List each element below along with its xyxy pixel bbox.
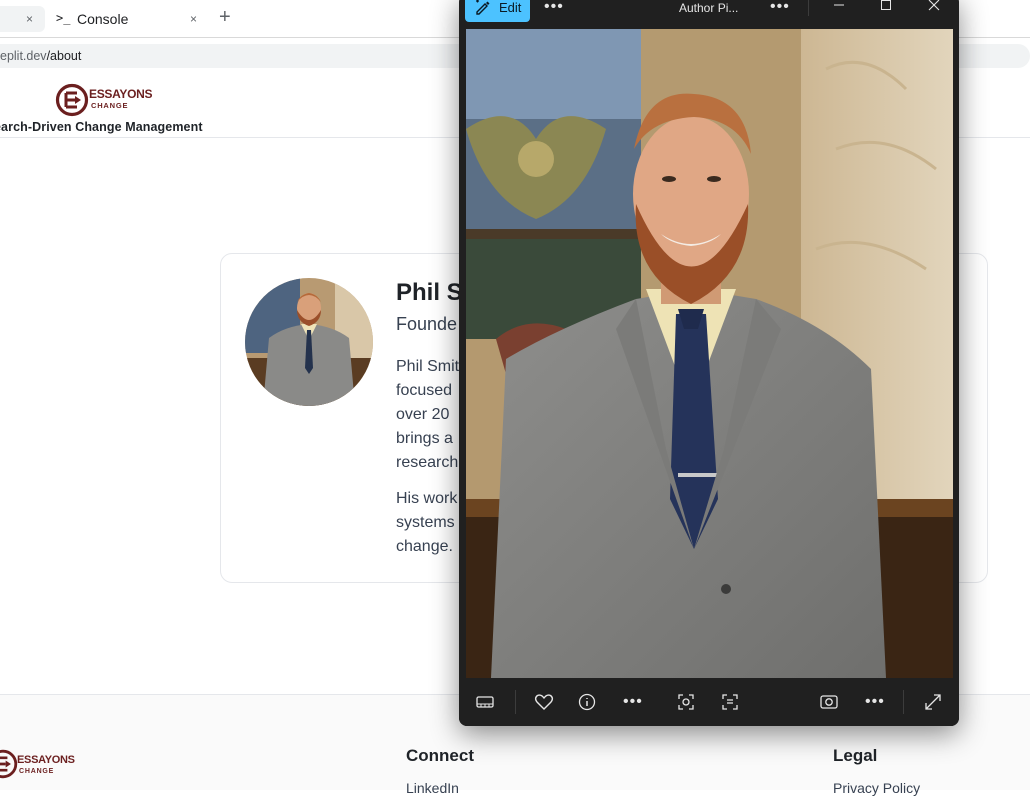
- toolbar-divider: [903, 690, 904, 714]
- bio-line: systems: [396, 514, 455, 531]
- photo-viewer-window: Edit ••• Author Pi... ••• ••• •••: [459, 0, 959, 726]
- edit-label: Edit: [499, 0, 522, 15]
- author-portrait-image: [466, 29, 953, 678]
- author-name: Phil S: [396, 279, 463, 306]
- tab-close-icon[interactable]: ×: [26, 13, 33, 25]
- footer-privacy-link[interactable]: Privacy Policy: [833, 780, 920, 796]
- close-icon: [928, 0, 940, 11]
- close-button[interactable]: [911, 0, 957, 22]
- bio-line: focused: [396, 382, 453, 399]
- logo-mark-icon: [0, 749, 18, 779]
- bio-line: His work: [396, 490, 458, 507]
- bio-line: change.: [396, 538, 453, 555]
- author-photo[interactable]: [466, 29, 953, 678]
- url-text: eplit.dev/about: [0, 49, 81, 63]
- author-role: Founde: [396, 314, 458, 334]
- heart-icon[interactable]: [533, 691, 555, 713]
- footer-logo-text-top: ESSAYONS: [17, 754, 75, 766]
- console-icon: >_: [56, 11, 71, 25]
- author-photo-thumbnail: [245, 278, 373, 406]
- tab-console[interactable]: >_ Console ×: [48, 6, 208, 32]
- viewer-title-bar[interactable]: Edit ••• Author Pi... •••: [459, 0, 959, 28]
- edit-button[interactable]: Edit: [465, 0, 530, 22]
- new-tab-button[interactable]: +: [219, 6, 231, 28]
- expand-icon[interactable]: [922, 691, 944, 713]
- bio-line: Phil Smit: [396, 358, 460, 375]
- logo-text-bottom: CHANGE: [91, 101, 129, 110]
- bio-line: research: [396, 454, 459, 471]
- footer-linkedin-link[interactable]: LinkedIn: [406, 780, 459, 796]
- more-icon[interactable]: •••: [623, 694, 643, 710]
- text-scan-icon[interactable]: [719, 691, 741, 713]
- screenshot-icon[interactable]: [818, 691, 840, 713]
- filmstrip-icon[interactable]: [474, 691, 496, 713]
- more-icon[interactable]: •••: [865, 694, 885, 710]
- author-avatar: [245, 278, 373, 406]
- minimize-icon: [834, 4, 844, 6]
- maximize-button[interactable]: [863, 0, 909, 22]
- url-path: /about: [46, 49, 82, 63]
- footer-logo[interactable]: ESSAYONS CHANGE: [0, 749, 75, 781]
- title-divider: [808, 0, 809, 16]
- logo-text-top: ESSAYONS: [89, 87, 153, 101]
- tab-about[interactable]: ×: [0, 6, 45, 32]
- footer-logo-text-bottom: CHANGE: [19, 768, 55, 775]
- tab-console-label: Console: [77, 11, 129, 27]
- footer-legal-heading: Legal: [833, 746, 878, 765]
- edit-pencil-icon: [476, 0, 490, 15]
- logo-mark-icon: [55, 83, 89, 117]
- minimize-button[interactable]: [816, 0, 862, 22]
- more-options-icon[interactable]: •••: [770, 0, 790, 15]
- toolbar-divider: [515, 690, 516, 714]
- viewer-file-title: Author Pi...: [679, 1, 739, 15]
- bio-line: brings a: [396, 430, 453, 447]
- info-icon[interactable]: [576, 691, 598, 713]
- tab-close-icon[interactable]: ×: [190, 13, 197, 25]
- bio-line: over 20: [396, 406, 450, 423]
- visual-search-icon[interactable]: [675, 691, 697, 713]
- url-host: eplit.dev: [0, 49, 47, 63]
- site-logo[interactable]: ESSAYONS CHANGE: [55, 83, 152, 117]
- site-tagline: earch-Driven Change Management: [0, 120, 203, 134]
- maximize-icon: [881, 0, 891, 10]
- footer-connect-heading: Connect: [406, 746, 474, 765]
- more-options-icon[interactable]: •••: [544, 0, 564, 15]
- viewer-bottom-toolbar: ••• •••: [459, 678, 959, 726]
